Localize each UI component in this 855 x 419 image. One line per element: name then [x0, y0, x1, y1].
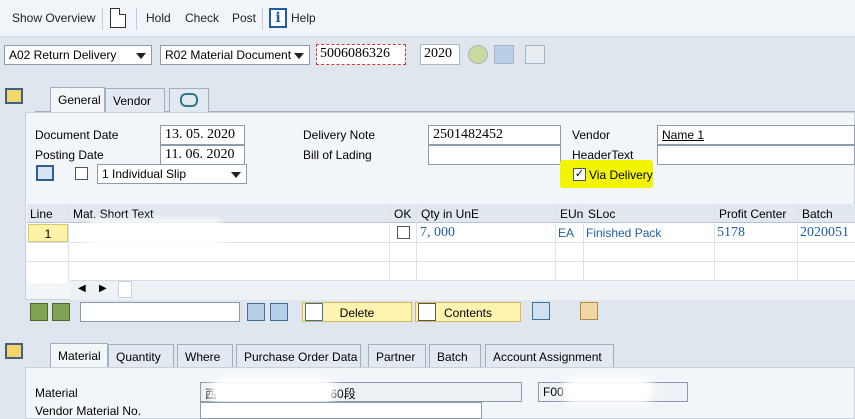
toolbar-separator: [262, 8, 263, 30]
row-divider: [27, 261, 855, 262]
tab-partners[interactable]: [169, 88, 209, 112]
item-sloc[interactable]: Finished Pack: [586, 226, 661, 240]
chevron-down-icon: [231, 172, 241, 178]
redacted-short-text: [90, 226, 220, 240]
post-button[interactable]: Post: [232, 11, 256, 25]
collapse-header-icon[interactable]: [5, 88, 23, 104]
via-delivery-checkbox[interactable]: ✓: [573, 168, 586, 181]
hold-button[interactable]: Hold: [146, 11, 171, 25]
tab-where[interactable]: Where: [177, 344, 233, 368]
tab-purchase-order-data[interactable]: Purchase Order Data: [236, 344, 361, 368]
chevron-down-icon: [294, 53, 304, 59]
new-document-icon[interactable]: [110, 8, 126, 28]
action-dropdown[interactable]: A02 Return Delivery: [4, 45, 152, 65]
redacted-material-text: [215, 384, 330, 398]
posting-date-label: Posting Date: [35, 148, 104, 162]
help-button[interactable]: Help: [291, 11, 316, 25]
toolbar-separator: [102, 8, 103, 30]
toolbar-separator: [136, 8, 137, 30]
document-date-field[interactable]: 13. 05. 2020: [160, 125, 245, 145]
execute-icon[interactable]: [468, 45, 488, 64]
tab-partner[interactable]: Partner: [368, 344, 426, 368]
column-divider: [555, 204, 556, 283]
document-number-field[interactable]: 5006086326: [316, 44, 406, 65]
horizontal-scrollbar[interactable]: [70, 280, 855, 300]
column-header-batch[interactable]: Batch: [799, 205, 833, 223]
item-batch[interactable]: 2020051: [800, 225, 849, 241]
tab-account-assignment[interactable]: Account Assignment: [485, 344, 614, 368]
posting-date-field[interactable]: 11. 06. 2020: [160, 145, 245, 165]
chevron-down-icon: [136, 53, 146, 59]
column-header-qty[interactable]: Qty in UnE: [418, 205, 479, 223]
header-text-field[interactable]: [657, 145, 855, 165]
scroll-thumb[interactable]: [118, 281, 132, 298]
grid-icon[interactable]: [525, 45, 545, 64]
row-divider: [27, 242, 855, 243]
item-ok-checkbox[interactable]: [397, 226, 410, 239]
bill-of-lading-field[interactable]: [428, 145, 561, 165]
vendor-label: Vendor: [572, 128, 611, 142]
find-next-icon[interactable]: [270, 303, 288, 321]
item-qty[interactable]: 7, 000: [420, 225, 455, 241]
tab-general[interactable]: General: [50, 87, 105, 113]
item-profit-center[interactable]: 5178: [717, 225, 745, 241]
scroll-left-icon[interactable]: ◀: [78, 283, 86, 294]
vendor-material-field[interactable]: [200, 402, 482, 419]
select-all-icon[interactable]: [30, 303, 48, 321]
column-header-short-text[interactable]: Mat. Short Text: [70, 205, 153, 223]
delivery-note-field[interactable]: 2501482452: [428, 125, 561, 145]
collapse-detail-icon[interactable]: [5, 343, 23, 359]
slip-type-value: 1 Individual Slip: [102, 167, 187, 181]
column-header-line[interactable]: Line: [27, 205, 53, 223]
column-divider: [714, 204, 715, 283]
column-header-sloc[interactable]: SLoc: [585, 205, 615, 223]
column-header-profit-center[interactable]: Profit Center: [716, 205, 786, 223]
table-row-line-cell[interactable]: 1: [28, 224, 68, 242]
column-divider: [583, 204, 584, 283]
clipboard-icon[interactable]: [580, 302, 598, 320]
info-icon[interactable]: i: [269, 8, 287, 28]
tab-batch[interactable]: Batch: [429, 344, 481, 368]
item-eun[interactable]: EA: [558, 226, 574, 240]
slip-type-dropdown[interactable]: 1 Individual Slip: [97, 164, 247, 184]
column-header-eun[interactable]: EUn: [557, 205, 583, 223]
delivery-note-label: Delivery Note: [303, 128, 376, 142]
column-divider: [797, 204, 798, 283]
tab-material[interactable]: Material: [50, 343, 108, 369]
column-header-ok[interactable]: OK: [391, 205, 411, 223]
material-label: Material: [35, 386, 78, 400]
via-delivery-label: Via Delivery: [589, 168, 653, 182]
document-year-field[interactable]: 2020: [420, 44, 460, 65]
layout-icon[interactable]: [532, 302, 550, 320]
find-icon[interactable]: [247, 303, 265, 321]
binoculars-icon[interactable]: [494, 45, 514, 64]
action-dropdown-value: A02 Return Delivery: [9, 48, 117, 62]
material-suffix: 60段: [330, 387, 356, 401]
printer-icon[interactable]: [36, 165, 54, 181]
application-toolbar: [0, 0, 855, 37]
tab-vendor[interactable]: Vendor: [105, 88, 165, 112]
scroll-right-icon[interactable]: ▶: [99, 283, 107, 294]
column-divider: [416, 204, 417, 283]
vendor-field[interactable]: Name 1: [657, 125, 855, 145]
column-divider: [389, 204, 390, 283]
trash-icon: [305, 303, 323, 321]
delete-button-label: Delete: [339, 306, 375, 320]
tab-quantity[interactable]: Quantity: [108, 344, 174, 368]
redacted-material-number: [568, 384, 648, 398]
item-search-field[interactable]: [80, 302, 240, 322]
check-button[interactable]: Check: [185, 11, 219, 25]
bill-of-lading-label: Bill of Lading: [303, 148, 372, 162]
document-icon: [418, 303, 436, 321]
reference-dropdown-value: R02 Material Document: [165, 48, 292, 62]
reference-dropdown[interactable]: R02 Material Document: [160, 45, 310, 65]
column-divider: [68, 204, 69, 283]
users-icon: [180, 93, 198, 107]
print-checkbox[interactable]: [75, 167, 88, 180]
vendor-material-label: Vendor Material No.: [35, 404, 142, 418]
document-date-label: Document Date: [35, 128, 119, 142]
deselect-all-icon[interactable]: [52, 303, 70, 321]
show-overview-button[interactable]: Show Overview: [12, 11, 95, 25]
contents-button-label: Contents: [443, 306, 493, 320]
